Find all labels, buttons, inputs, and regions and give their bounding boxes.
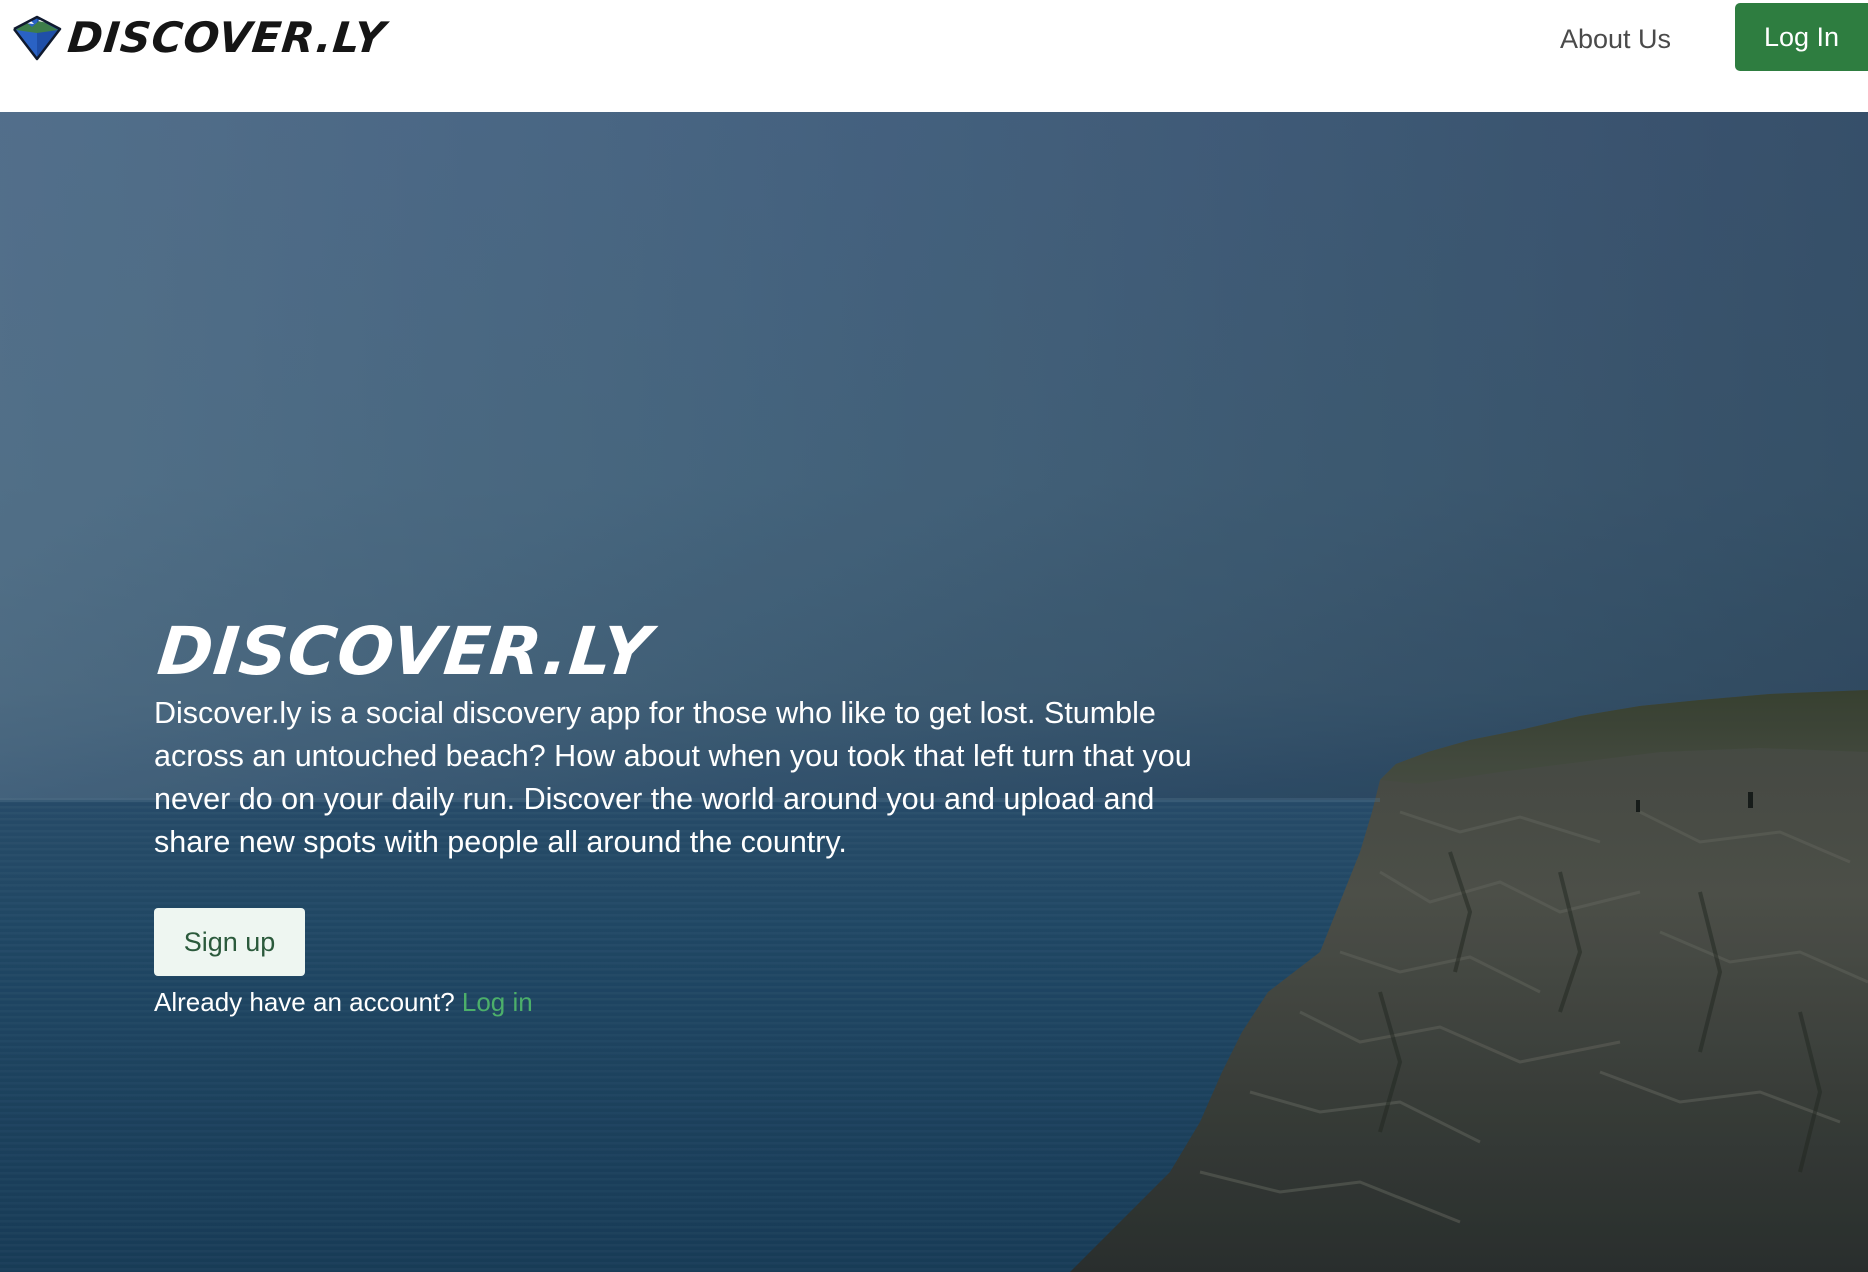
nav-login-button[interactable]: Log In <box>1735 3 1868 71</box>
nav-about-us-link[interactable]: About Us <box>1560 16 1671 62</box>
hero-title: DISCOVER.LY <box>154 613 656 690</box>
hero-login-link[interactable]: Log in <box>462 987 533 1017</box>
hero-description: Discover.ly is a social discovery app fo… <box>154 696 1192 859</box>
top-navbar: DISCOVER.LY About Us Log In <box>0 0 1868 112</box>
brand-wordmark: DISCOVER.LY <box>65 13 389 62</box>
landing-page: DISCOVER.LY About Us Log In DISCOVER.LY … <box>0 0 1868 1272</box>
signup-button[interactable]: Sign up <box>154 908 305 976</box>
login-prompt: Already have an account? Log in <box>154 984 1194 1020</box>
hero-section: DISCOVER.LY Discover.ly is a social disc… <box>0 112 1868 1272</box>
brand-home-link[interactable]: DISCOVER.LY <box>10 10 389 66</box>
mountain-diamond-logo-icon <box>13 15 62 61</box>
login-prompt-text: Already have an account? <box>154 987 462 1017</box>
hero-content: DISCOVER.LY Discover.ly is a social disc… <box>154 612 1194 1020</box>
